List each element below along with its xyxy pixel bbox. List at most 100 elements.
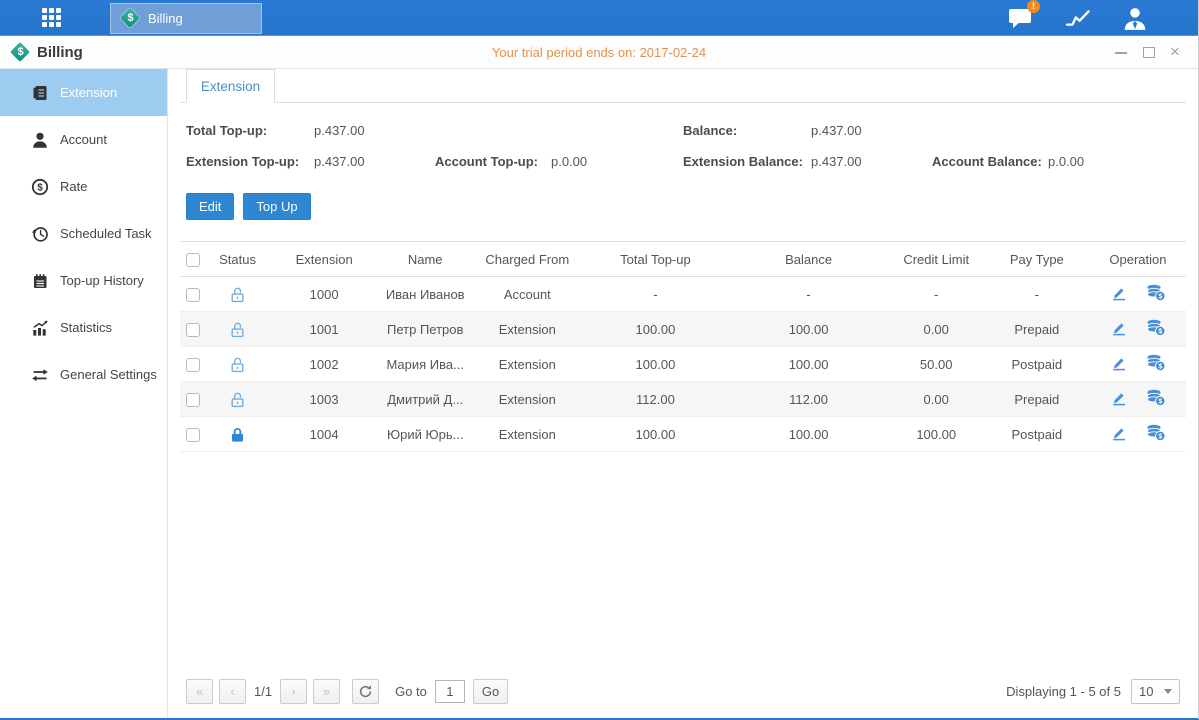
topup-coins-icon[interactable]: $ (1146, 318, 1166, 340)
reports-chart-icon[interactable] (1063, 5, 1093, 31)
sidebar-item-extension[interactable]: Extension (0, 69, 167, 116)
sidebar-item-scheduled-task[interactable]: Scheduled Task (0, 210, 167, 257)
table-row: 1002 Мария Ива... Extension 100.00 100.0… (180, 347, 1186, 382)
cell-pay-type: Prepaid (984, 382, 1090, 417)
prev-page-button[interactable]: ‹ (219, 679, 246, 704)
topup-coins-icon[interactable]: $ (1146, 283, 1166, 305)
sidebar-item-general-settings[interactable]: General Settings (0, 351, 167, 398)
sidebar-item-label: Account (60, 132, 107, 147)
billing-diamond-dollar-icon: $ (121, 9, 140, 28)
sidebar-item-topup-history[interactable]: Top-up History (0, 257, 167, 304)
notepad-icon (31, 272, 49, 290)
cell-extension: 1000 (270, 277, 378, 312)
extension-table: Status Extension Name Charged From Total… (180, 241, 1186, 452)
table-row: 1004 Юрий Юрь... Extension 100.00 100.00… (180, 417, 1186, 452)
cell-balance: 100.00 (729, 347, 889, 382)
last-page-button[interactable]: » (313, 679, 340, 704)
cell-credit-limit: 0.00 (889, 312, 984, 347)
go-button[interactable]: Go (473, 679, 508, 704)
cell-pay-type: Postpaid (984, 347, 1090, 382)
col-status: Status (205, 242, 270, 277)
col-credit-limit: Credit Limit (889, 242, 984, 277)
topbar-tab-billing[interactable]: $ Billing (110, 3, 262, 34)
col-balance: Balance (729, 242, 889, 277)
page-indicator: 1/1 (254, 684, 272, 699)
person-icon (31, 131, 49, 149)
extension-table-body: 1000 Иван Иванов Account - - - - (180, 277, 1186, 452)
topup-coins-icon[interactable]: $ (1146, 423, 1166, 445)
edit-pencil-icon[interactable] (1110, 319, 1128, 340)
topup-coins-icon[interactable]: $ (1146, 388, 1166, 410)
locked-icon (229, 426, 246, 443)
col-total-topup: Total Top-up (582, 242, 728, 277)
page-size-value: 10 (1139, 684, 1153, 699)
cell-pay-type: Prepaid (984, 312, 1090, 347)
row-checkbox[interactable] (186, 393, 200, 407)
refresh-icon (358, 684, 373, 699)
cell-extension: 1004 (270, 417, 378, 452)
row-checkbox[interactable] (186, 358, 200, 372)
edit-pencil-icon[interactable] (1110, 389, 1128, 410)
displaying-text: Displaying 1 - 5 of 5 (1006, 684, 1121, 699)
bar-chart-arrow-icon (31, 319, 49, 337)
edit-pencil-icon[interactable] (1110, 424, 1128, 445)
maximize-icon[interactable] (1141, 45, 1155, 59)
row-checkbox[interactable] (186, 428, 200, 442)
cell-pay-type: - (984, 277, 1090, 312)
top-up-button[interactable]: Top Up (243, 193, 310, 220)
tab-strip: Extension (180, 69, 1186, 103)
edit-pencil-icon[interactable] (1110, 354, 1128, 375)
billing-diamond-dollar-icon: $ (11, 43, 30, 62)
lock-status-cell (205, 382, 270, 417)
apps-grid-icon[interactable] (34, 0, 68, 36)
sidebar-item-label: Top-up History (60, 273, 144, 288)
topup-coins-icon[interactable]: $ (1146, 353, 1166, 375)
pagination-bar: « ‹ 1/1 › » Go to Go Displaying 1 (180, 672, 1186, 718)
dollar-circle-icon: $ (31, 178, 49, 196)
col-extension: Extension (270, 242, 378, 277)
sidebar-item-rate[interactable]: $ Rate (0, 163, 167, 210)
cell-total-topup: 100.00 (582, 347, 728, 382)
goto-page-input[interactable] (435, 680, 465, 703)
cell-extension: 1003 (270, 382, 378, 417)
close-icon[interactable]: × (1168, 45, 1182, 59)
page-size-select[interactable]: 10 (1131, 679, 1180, 704)
main-content: Extension Total Top-up: p.437.00 Extensi… (168, 69, 1198, 718)
extension-topup-label: Extension Top-up: (186, 152, 314, 172)
row-checkbox[interactable] (186, 288, 200, 302)
edit-pencil-icon[interactable] (1110, 284, 1128, 305)
window-title-bar: $ Billing Your trial period ends on: 201… (0, 36, 1198, 69)
tab-extension[interactable]: Extension (186, 69, 275, 103)
total-topup-label: Total Top-up: (186, 121, 314, 141)
sidebar-item-account[interactable]: Account (0, 116, 167, 163)
sidebar-item-label: Rate (60, 179, 87, 194)
sidebar-item-statistics[interactable]: Statistics (0, 304, 167, 351)
minimize-icon[interactable] (1114, 45, 1128, 59)
row-checkbox[interactable] (186, 323, 200, 337)
sidebar-item-label: Statistics (60, 320, 112, 335)
lock-status-cell (205, 277, 270, 312)
balance-label: Balance: (683, 121, 811, 141)
next-page-button[interactable]: › (280, 679, 307, 704)
edit-button[interactable]: Edit (186, 193, 234, 220)
cell-credit-limit: 100.00 (889, 417, 984, 452)
cell-name: Дмитрий Д... (378, 382, 472, 417)
extension-balance-value: p.437.00 (811, 152, 932, 172)
balance-summary: Total Top-up: p.437.00 Extension Top-up:… (180, 103, 1186, 183)
topbar-tab-label: Billing (148, 11, 183, 26)
first-page-button[interactable]: « (186, 679, 213, 704)
account-balance-value: p.0.00 (1048, 152, 1084, 172)
cell-total-topup: 100.00 (582, 312, 728, 347)
refresh-button[interactable] (352, 679, 379, 704)
balance-value: p.437.00 (811, 121, 932, 141)
sidebar: Extension Account $ Rate (0, 69, 168, 718)
trial-notice: Your trial period ends on: 2017-02-24 (0, 45, 1198, 60)
cell-name: Юрий Юрь... (378, 417, 472, 452)
select-all-checkbox[interactable] (186, 253, 200, 267)
unlocked-icon (229, 391, 246, 408)
user-icon[interactable] (1120, 5, 1150, 31)
svg-text:$: $ (37, 182, 43, 193)
messages-icon[interactable]: ! (1006, 5, 1036, 31)
extension-topup-value: p.437.00 (314, 152, 435, 172)
table-row: 1003 Дмитрий Д... Extension 112.00 112.0… (180, 382, 1186, 417)
